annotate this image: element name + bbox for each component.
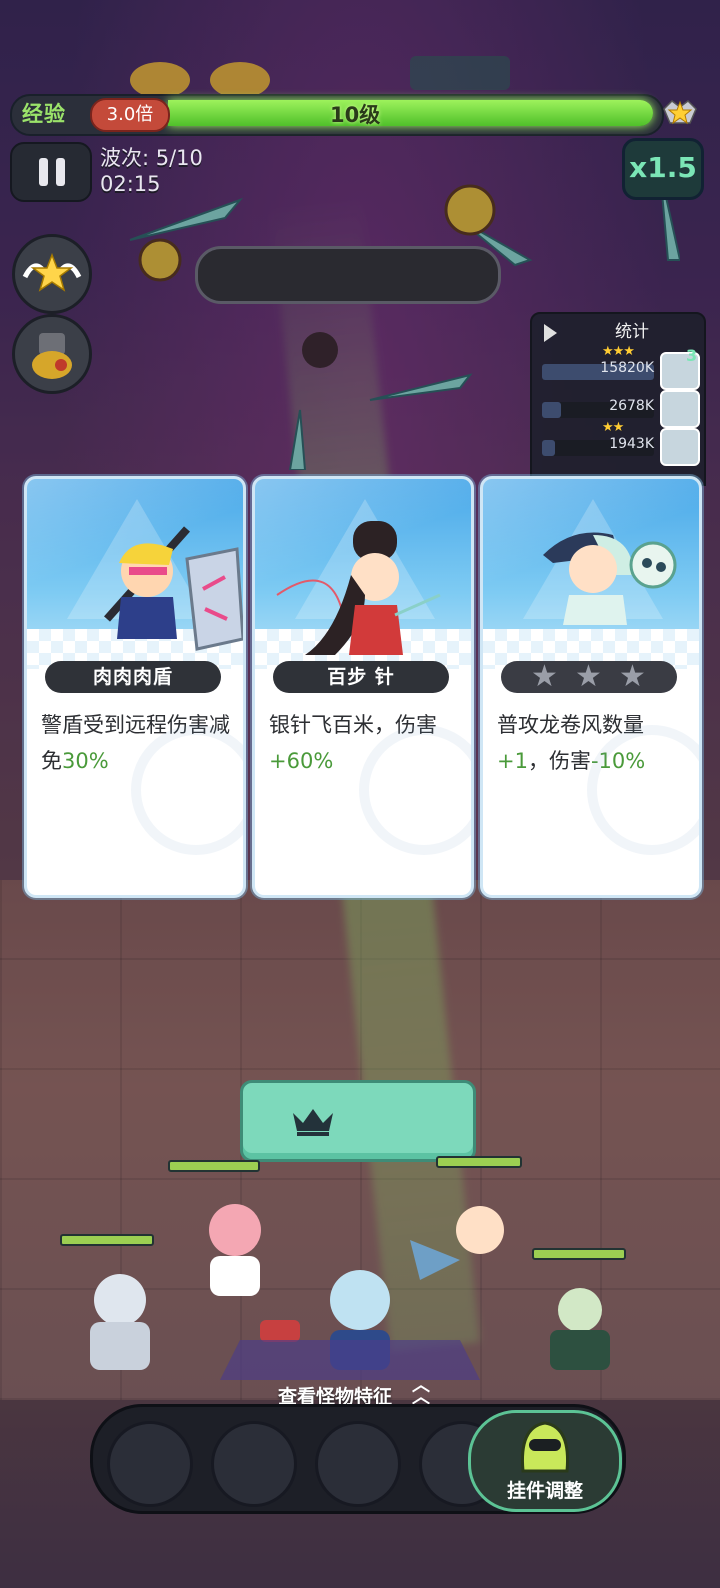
pause-button[interactable] [10,142,92,202]
crown-icon [293,1109,333,1136]
battlefield-heroes [90,1204,610,1380]
card-art [255,479,471,669]
stats-row: 1943K ★★ [532,420,704,466]
confirm-crown-button[interactable] [240,1080,476,1162]
wave-info: 波次: 5/10 02:15 [100,145,203,197]
skill-card-tornado[interactable]: ★ ★ ★ 普攻龙卷风数量 +1，伤害-10% [480,476,702,898]
damage-value: 15820K [600,360,654,376]
card-art [483,479,699,669]
ghost-mascot-icon [520,1421,570,1473]
card-name: 百步 针 [273,661,449,693]
chevron-up-icon[interactable]: ︿ ︿ [412,1377,430,1407]
bonus-value: +60% [269,749,334,773]
exp-multiplier-badge: 3.0倍 [90,98,170,132]
wave-timer: 02:15 [100,172,161,196]
skill-card-shield[interactable]: 肉肉肉盾 警盾受到远程伤害减免30% [24,476,246,898]
damage-value: 2678K [609,398,654,414]
level-text: 10级 [330,103,381,127]
attachment-label: 挂件调整 [506,1480,583,1502]
star-rating: ★★★ [602,344,635,359]
hero-avatar [660,390,700,428]
empty-star-icon: ★ [619,659,647,694]
tornado-hero-art [543,532,677,625]
attachment-slot[interactable] [211,1421,297,1507]
exp-label: 经验 [22,102,66,126]
skill-star-button[interactable] [12,234,92,314]
empty-star-icon: ★ [575,659,603,694]
star-rating: ★★ [602,420,624,435]
attachment-slot[interactable] [107,1421,193,1507]
play-icon[interactable] [544,324,557,342]
hero-avatar [660,428,700,466]
needle-hero-art [276,521,441,655]
wave-counter: 波次: 5/10 [100,146,203,170]
damage-value: 1943K [609,436,654,452]
boss-name-bar [195,246,501,304]
shield-hero-art [104,526,243,651]
rank-number: 3 [686,346,698,365]
speed-toggle-button[interactable]: x1.5 [622,138,704,200]
star-badge-icon[interactable] [660,93,700,133]
winged-star-icon [22,252,82,292]
bonus-value: +1 [497,749,528,773]
card-name: 肉肉肉盾 [45,661,221,693]
pot-creature-icon [32,333,72,379]
skill-card-needle[interactable]: 百步 针 银针飞百米，伤害 +60% [252,476,474,898]
pause-icon [39,158,48,186]
star-slots: ★ ★ ★ [501,661,677,693]
attachment-slot[interactable] [315,1421,401,1507]
empty-star-icon: ★ [531,659,559,694]
card-art [27,479,243,669]
hero-hp-bar [436,1156,522,1168]
bonus-value: 30% [62,749,109,773]
stats-panel[interactable]: 统计 15820K ★★★ 3 2678K 1943K ★★ [530,312,706,486]
stats-row: 15820K ★★★ 3 [532,344,704,390]
attachment-adjust-button[interactable]: 挂件调整 [468,1410,622,1512]
pause-icon [56,158,65,186]
exp-bar-fill [168,100,653,126]
skill-creature-button[interactable] [12,314,92,394]
